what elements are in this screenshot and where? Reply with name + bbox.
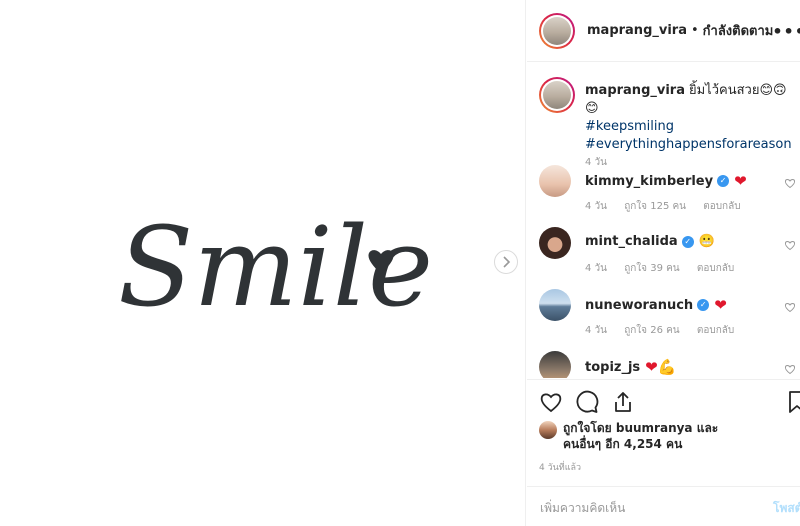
- liked-by-line-1[interactable]: ถูกใจโดย buumranya และ: [563, 420, 718, 436]
- comment-username[interactable]: topiz_js: [585, 360, 640, 375]
- heart-icon[interactable]: [784, 177, 796, 189]
- comment-text: 😬: [698, 234, 715, 249]
- following-button[interactable]: กำลังติดตาม: [703, 20, 774, 41]
- share-icon[interactable]: [611, 390, 635, 414]
- heart-icon[interactable]: [784, 301, 796, 313]
- comment-icon[interactable]: [575, 390, 599, 414]
- posted-time[interactable]: 4 วันที่แล้ว: [539, 460, 581, 474]
- verified-icon: ✓: [717, 175, 730, 187]
- author-username[interactable]: maprang_vira: [587, 23, 687, 38]
- avatar[interactable]: [539, 165, 571, 197]
- comment-time[interactable]: 4 วัน: [585, 325, 607, 336]
- heart-icon[interactable]: [784, 363, 796, 375]
- avatar: [539, 421, 557, 439]
- comment-username[interactable]: mint_chalida: [585, 234, 678, 249]
- chevron-right-icon: [503, 256, 511, 268]
- comment-text: ❤: [734, 172, 747, 190]
- next-image-button[interactable]: [494, 250, 518, 274]
- comment-likes[interactable]: ถูกใจ 26 คน: [624, 325, 679, 336]
- comment-input[interactable]: เพิ่มความคิดเห็น: [540, 499, 625, 518]
- liked-by-summary[interactable]: ถูกใจโดย buumranya และ คนอื่นๆ อีก 4,254…: [539, 420, 718, 452]
- comment-username[interactable]: kimmy_kimberley: [585, 174, 713, 189]
- comment-time[interactable]: 4 วัน: [585, 201, 607, 212]
- post-actions: ถูกใจโดย buumranya และ คนอื่นๆ อีก 4,254…: [527, 379, 800, 526]
- reply-button[interactable]: ตอบกลับ: [697, 325, 734, 336]
- add-comment-bar: เพิ่มความคิดเห็น โพสต์: [527, 486, 800, 526]
- liked-by-line-2[interactable]: คนอื่นๆ อีก 4,254 คน: [563, 436, 718, 452]
- avatar[interactable]: [539, 77, 575, 113]
- reply-button[interactable]: ตอบกลับ: [697, 263, 734, 274]
- comment-likes[interactable]: ถูกใจ 125 คน: [624, 201, 686, 212]
- bookmark-icon[interactable]: [785, 390, 800, 414]
- avatar[interactable]: [539, 227, 571, 259]
- post-comment-button[interactable]: โพสต์: [773, 499, 800, 518]
- reply-button[interactable]: ตอบกลับ: [703, 201, 740, 212]
- comment-item: topiz_js ❤💪: [539, 351, 800, 378]
- hashtag-link[interactable]: #keepsmiling: [585, 118, 800, 136]
- verified-icon: ✓: [681, 235, 694, 248]
- smile-artwork: Smile: [118, 203, 433, 331]
- caption-username[interactable]: maprang_vira: [585, 83, 685, 98]
- avatar[interactable]: [539, 351, 571, 378]
- caption-text: ยิ้มไว้คนสวย: [688, 83, 760, 98]
- comment-item: mint_chalida ✓ 😬 4 วัน ถูกใจ 39 คน ตอบกล…: [539, 227, 800, 283]
- more-options-icon[interactable]: •••: [772, 22, 800, 41]
- heart-icon[interactable]: [539, 390, 563, 414]
- avatar[interactable]: [539, 289, 571, 321]
- comment-username[interactable]: nuneworanuch: [585, 298, 693, 313]
- comment-item: kimmy_kimberley ✓ ❤ 4 วัน ถูกใจ 125 คน ต…: [539, 165, 800, 221]
- post-header: maprang_vira • กำลังติดตาม •••: [527, 0, 800, 62]
- hashtag-link[interactable]: #everythinghappensforareason: [585, 136, 800, 154]
- comment-time[interactable]: 4 วัน: [585, 263, 607, 274]
- comment-text: ❤💪: [645, 358, 677, 376]
- comment-likes[interactable]: ถูกใจ 39 คน: [624, 263, 679, 274]
- comments-list[interactable]: maprang_vira ยิ้มไว้คนสวย😊🙃😊 #keepsmiling…: [527, 63, 800, 378]
- comment-item: nuneworanuch ✓ ❤ 4 วัน ถูกใจ 26 คน ตอบกล…: [539, 289, 800, 345]
- verified-icon: ✓: [697, 299, 710, 311]
- post-details-panel: maprang_vira • กำลังติดตาม ••• maprang_v…: [527, 0, 800, 526]
- avatar[interactable]: [539, 12, 575, 49]
- heart-icon[interactable]: [784, 239, 796, 251]
- comment-text: ❤: [714, 296, 727, 314]
- post-image: Smile: [0, 0, 526, 526]
- separator-dot: •: [690, 23, 699, 38]
